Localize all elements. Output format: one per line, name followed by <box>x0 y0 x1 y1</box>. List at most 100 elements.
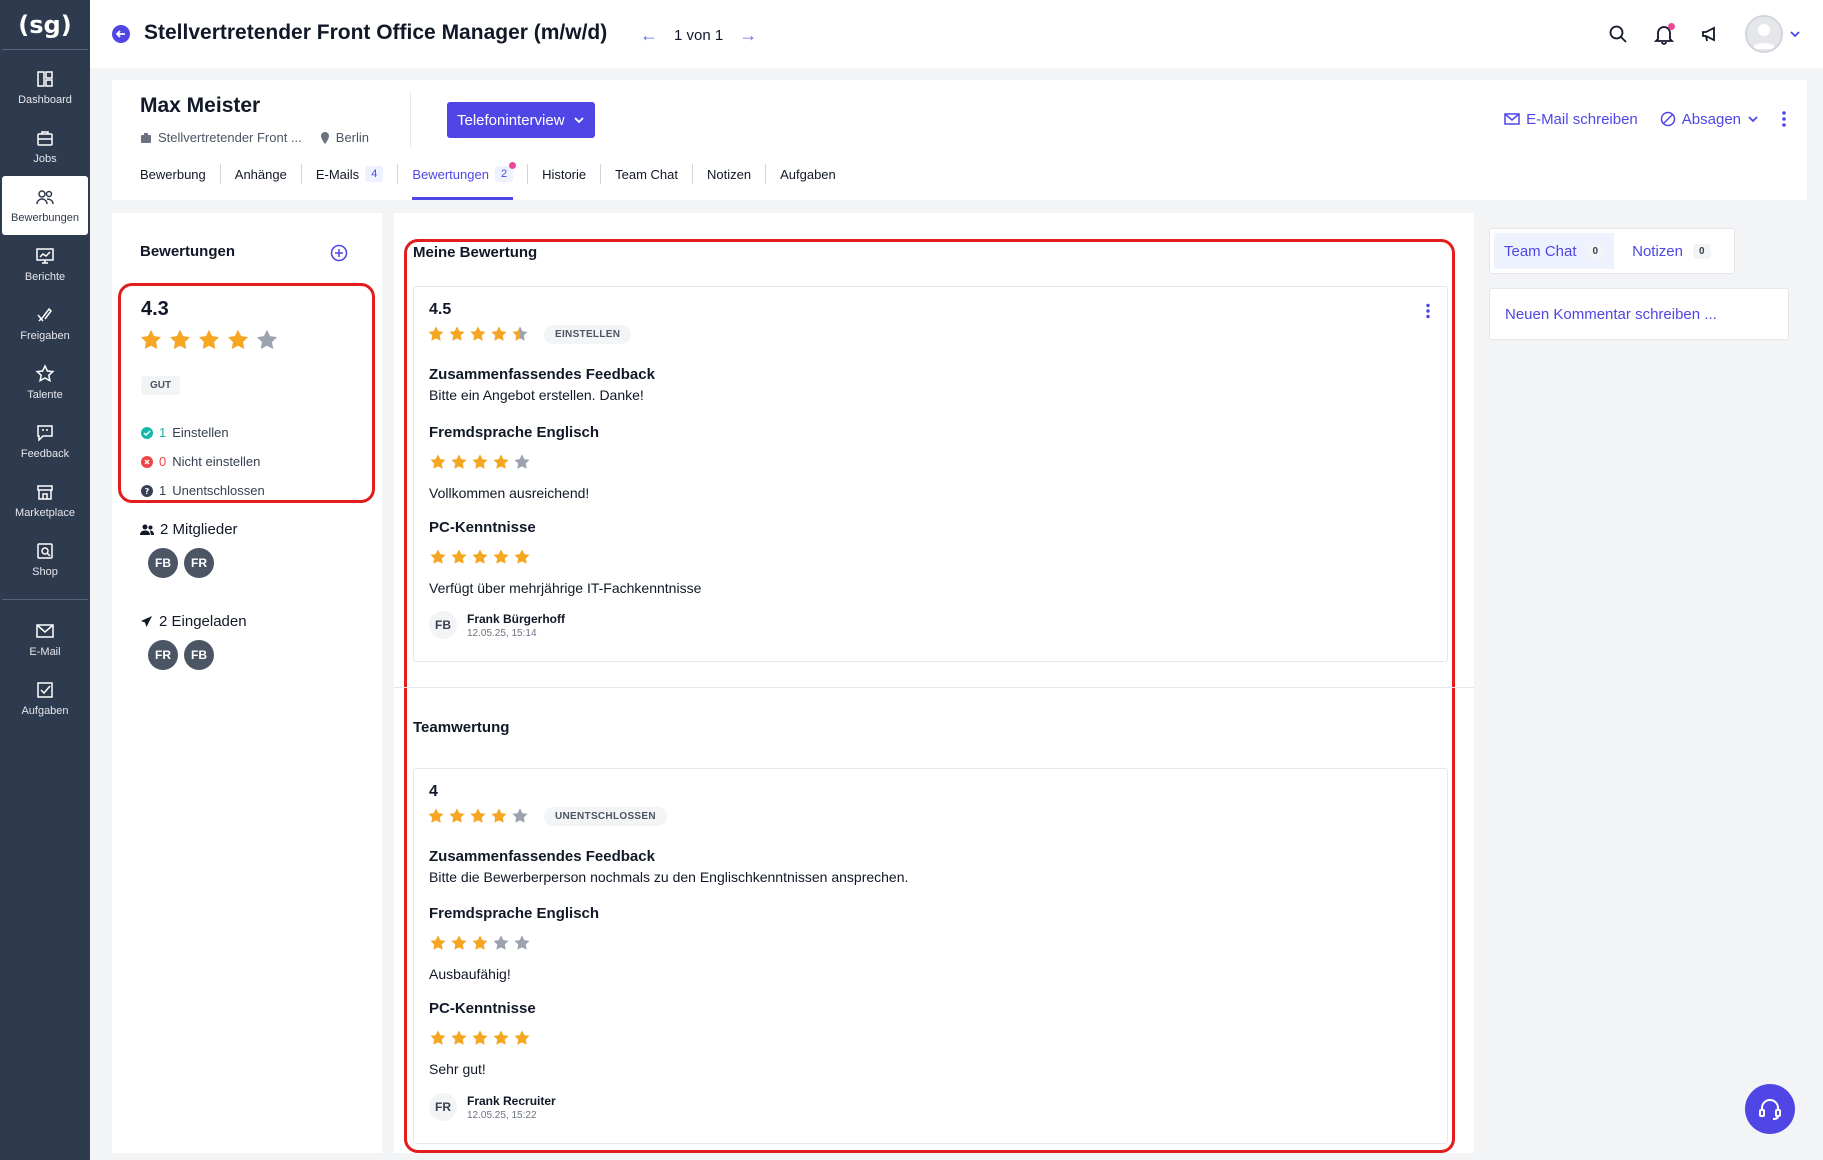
recommendation-label: Unentschlossen <box>172 483 265 498</box>
star-filled-icon <box>430 935 446 950</box>
email-write-button[interactable]: E-Mail schreiben <box>1504 111 1638 128</box>
email-write-label: E-Mail schreiben <box>1526 110 1638 128</box>
my-rating-card: 4.5 EINSTELLEN Zusammenfassendes Feedbac… <box>413 286 1448 662</box>
next-arrow-icon[interactable]: → <box>739 25 757 46</box>
star-filled-icon <box>428 326 444 341</box>
star-filled-icon <box>227 329 249 349</box>
rating-score: 4.5 <box>429 301 452 318</box>
sidebar-item-label: Talente <box>27 389 63 401</box>
criterion-stars <box>429 1029 536 1047</box>
criterion-block: Fremdsprache Englisch Ausbaufähig! <box>429 905 599 982</box>
tab-historie[interactable]: Historie <box>527 164 600 184</box>
sidebar-item-berichte[interactable]: Berichte <box>2 235 88 294</box>
sidebar-item-marketplace[interactable]: Marketplace <box>2 471 88 530</box>
user-menu[interactable] <box>1745 15 1801 53</box>
back-button[interactable] <box>112 25 130 43</box>
tab-notizen[interactable]: Notizen <box>692 164 765 184</box>
sidebar-item-talente[interactable]: Talente <box>2 353 88 412</box>
candidate-location: Berlin <box>335 130 370 145</box>
sidebar-item-bewerbungen[interactable]: Bewerbungen <box>2 176 88 235</box>
star-filled-icon <box>514 549 530 564</box>
bell-icon[interactable] <box>1653 23 1675 45</box>
summary-feedback: Zusammenfassendes Feedback Bitte die Bew… <box>429 848 908 885</box>
tab-anhaenge[interactable]: Anhänge <box>219 164 301 184</box>
svg-text:?: ? <box>145 487 150 496</box>
add-rating-icon[interactable] <box>330 244 348 262</box>
stage-label: Telefoninterview <box>457 111 565 129</box>
team-rating-card: 4 UNENTSCHLOSSEN Zusammenfassendes Feedb… <box>413 768 1448 1144</box>
mail-icon <box>1504 113 1520 125</box>
star-filled-icon <box>430 549 446 564</box>
chart-icon <box>36 248 54 264</box>
star-filled-icon <box>430 454 446 469</box>
more-options-icon[interactable] <box>1425 303 1431 319</box>
more-options-icon[interactable] <box>1781 110 1787 128</box>
star-filled-icon <box>472 549 488 564</box>
feedback-icon <box>37 425 53 442</box>
star-filled-icon <box>451 454 467 469</box>
star-filled-icon <box>493 549 509 564</box>
users-icon <box>140 524 154 535</box>
tab-label: Anhänge <box>234 166 287 182</box>
tab-count-badge: 0 <box>1692 243 1711 259</box>
sidebar-item-shop[interactable]: Shop <box>2 530 88 589</box>
criterion-block: PC-Kenntnisse Sehr gut! <box>429 1000 536 1077</box>
sidebar-item-aufgaben[interactable]: Aufgaben <box>2 669 88 728</box>
member-avatar[interactable]: FR <box>184 548 214 578</box>
hand-icon <box>37 307 52 322</box>
tab-bewertungen[interactable]: Bewertungen 2 <box>397 162 527 200</box>
star-filled-icon <box>451 935 467 950</box>
chevron-down-icon <box>1748 116 1758 123</box>
sidebar-item-dashboard[interactable]: Dashboard <box>2 58 88 117</box>
tab-count-badge: 0 <box>1586 243 1605 259</box>
sidebar-item-freigaben[interactable]: Freigaben <box>2 294 88 353</box>
megaphone-icon[interactable] <box>1699 23 1721 45</box>
review-author: FR Frank Recruiter 12.05.25, 15:22 <box>429 1093 556 1121</box>
criterion-name: PC-Kenntnisse <box>429 519 536 536</box>
tab-emails[interactable]: E-Mails 4 <box>300 164 397 184</box>
member-avatar[interactable]: FB <box>148 548 178 578</box>
criterion-comment: Verfügt über mehrjährige IT-Fachkenntnis… <box>429 580 702 596</box>
stage-dropdown-button[interactable]: Telefoninterview <box>447 102 595 138</box>
sidebar-item-email[interactable]: E-Mail <box>2 610 88 669</box>
sidebar-item-jobs[interactable]: Jobs <box>2 117 88 176</box>
tab-label: Bewertungen <box>412 166 489 182</box>
criterion-stars <box>429 934 599 952</box>
ratings-detail-panel: Meine Bewertung 4.5 EINSTELLEN Zusammenf… <box>394 213 1474 1153</box>
tab-bewerbung[interactable]: Bewerbung <box>140 164 220 184</box>
chevron-down-icon <box>1790 31 1800 38</box>
rating-score: 4 <box>429 783 438 800</box>
sidebar-item-feedback[interactable]: Feedback <box>2 412 88 471</box>
star-filled-icon <box>430 1030 446 1045</box>
tab-team-chat[interactable]: Team Chat 0 <box>1494 233 1615 269</box>
sidebar-item-label: Freigaben <box>20 330 70 342</box>
search-icon[interactable] <box>1607 23 1629 45</box>
reject-dropdown-button[interactable]: Absagen <box>1660 111 1759 128</box>
summary-label: Zusammenfassendes Feedback <box>429 366 655 383</box>
candidate-meta: Stellvertretender Front ... Berlin <box>140 130 369 145</box>
ratings-summary-panel: Bewertungen 4.3 GUT 1 Einstellen 0 Nicht… <box>112 213 382 1153</box>
tab-aufgaben[interactable]: Aufgaben <box>765 164 850 184</box>
tab-notizen[interactable]: Notizen 0 <box>1622 233 1720 269</box>
app-logo[interactable]: (sg) <box>2 0 88 50</box>
rating-stars <box>427 325 529 343</box>
invited-avatar[interactable]: FB <box>184 640 214 670</box>
team-rating-title: Teamwertung <box>413 719 510 736</box>
tab-label: Notizen <box>707 166 752 182</box>
tab-label: Bewerbung <box>140 166 206 182</box>
star-filled-icon <box>491 326 507 341</box>
star-filled-icon <box>451 1030 467 1045</box>
new-comment-input[interactable]: Neuen Kommentar schreiben ... <box>1489 288 1789 340</box>
side-tabs: Team Chat 0 Notizen 0 <box>1489 228 1735 274</box>
star-filled-icon <box>493 1030 509 1045</box>
support-button[interactable] <box>1745 1084 1795 1134</box>
avatar <box>1745 15 1783 53</box>
candidate-job: Stellvertretender Front ... <box>158 130 302 145</box>
prev-arrow-icon[interactable]: ← <box>640 25 658 46</box>
criterion-block: Fremdsprache Englisch Vollkommen ausreic… <box>429 424 599 501</box>
tab-team-chat[interactable]: Team Chat <box>600 164 692 184</box>
summary-text: Bitte ein Angebot erstellen. Danke! <box>429 387 644 403</box>
invited-avatar[interactable]: FR <box>148 640 178 670</box>
star-empty-icon <box>514 454 530 469</box>
star-filled-icon <box>198 329 220 349</box>
